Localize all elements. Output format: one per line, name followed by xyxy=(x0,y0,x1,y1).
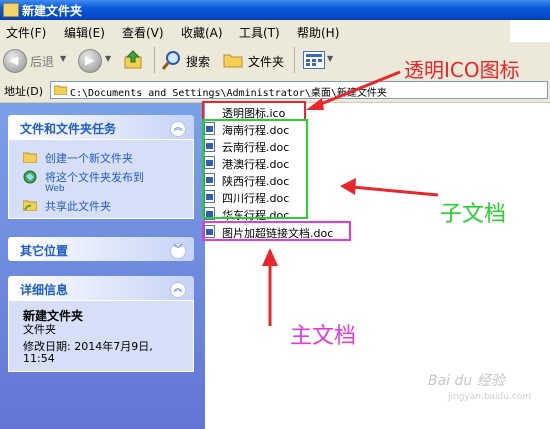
ico-arrowhead xyxy=(306,98,324,110)
child-arrowhead xyxy=(340,178,356,195)
main-annotation: 主文档 xyxy=(290,324,357,349)
child-arrow xyxy=(351,185,439,197)
child-annotation: 子文档 xyxy=(440,202,507,227)
baidu-watermark: Bai du 经验 xyxy=(428,373,505,389)
ico-annotation: 透明ICO图标 xyxy=(404,58,520,82)
watermark-url: jingyan.baidu.com xyxy=(448,392,532,402)
ico-arrow xyxy=(315,70,401,108)
main-arrowhead xyxy=(262,248,278,266)
